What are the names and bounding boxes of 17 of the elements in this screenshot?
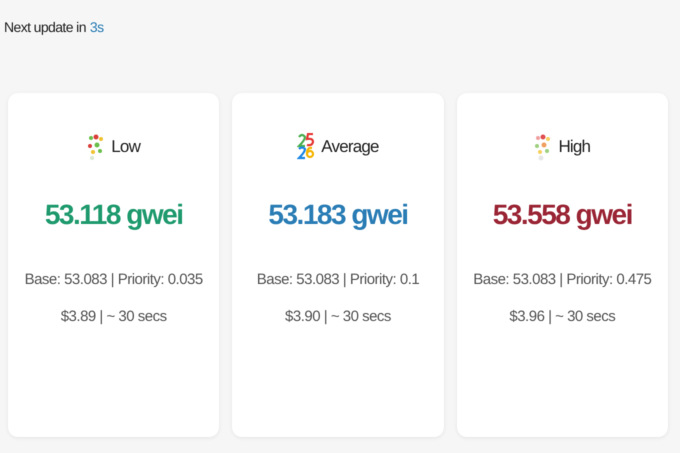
countdown: 3s bbox=[90, 19, 104, 35]
fee-breakdown: Base: 53.083 | Priority: 0.475 bbox=[473, 271, 652, 288]
fee-breakdown: Base: 53.083 | Priority: 0.035 bbox=[24, 271, 203, 288]
tier-label: Low bbox=[111, 137, 140, 157]
cost-estimate: $3.90 | ~ 30 secs bbox=[285, 308, 391, 325]
tier-label: High bbox=[558, 137, 590, 157]
sparkle-icon bbox=[87, 133, 106, 161]
cost-estimate: $3.89 | ~ 30 secs bbox=[60, 308, 167, 325]
update-label: Next update in bbox=[4, 19, 86, 35]
tier-label: Average bbox=[321, 137, 379, 157]
numbers-icon bbox=[297, 133, 316, 161]
sparkle-icon bbox=[534, 133, 552, 161]
fee-breakdown: Base: 53.083 | Priority: 0.1 bbox=[256, 271, 420, 288]
gas-price: 53.558 gwei bbox=[492, 199, 632, 231]
cost-estimate: $3.96 | ~ 30 secs bbox=[509, 308, 616, 325]
gas-price: 53.183 gwei bbox=[268, 199, 408, 231]
gas-price: 53.118 gwei bbox=[44, 199, 182, 231]
